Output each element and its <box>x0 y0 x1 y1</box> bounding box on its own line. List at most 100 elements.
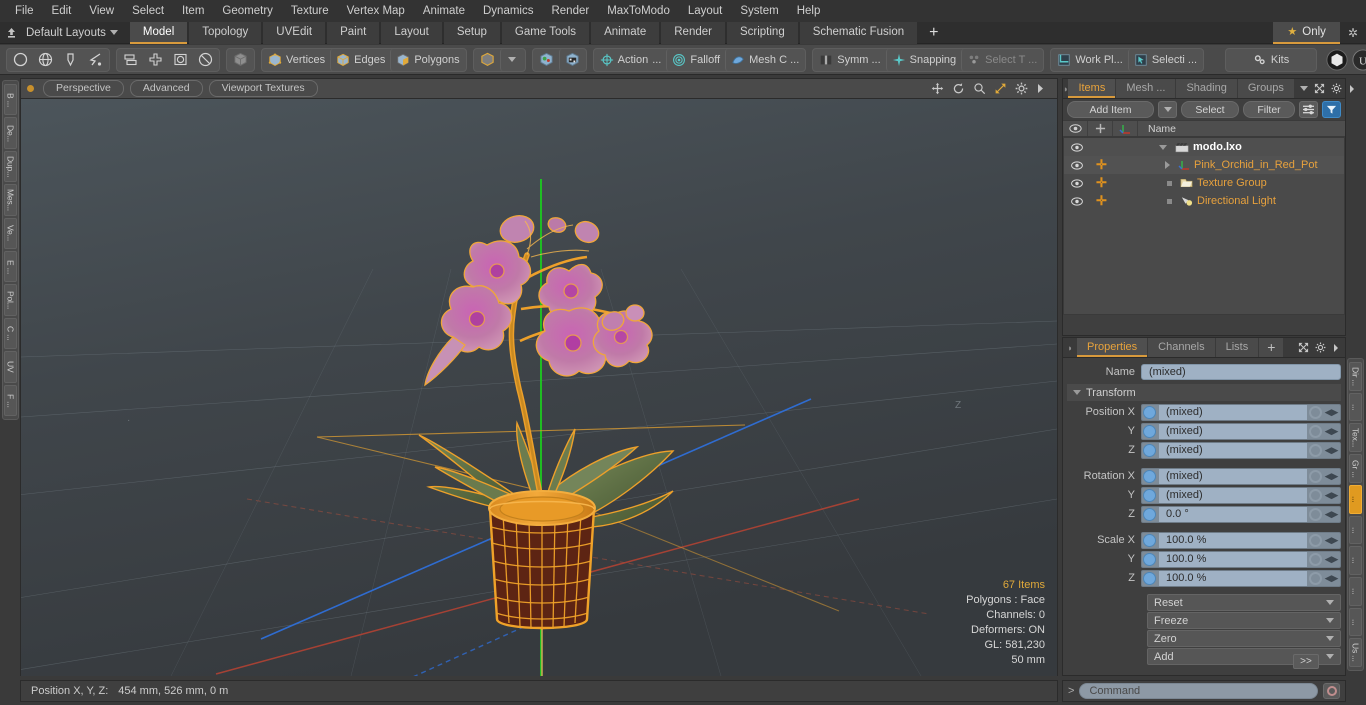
left-tab-mesh-edit[interactable]: Mes... <box>4 184 17 216</box>
right-tab-selected[interactable]: ... <box>1349 484 1362 514</box>
stepper-arrows-icon[interactable]: ◀▶ <box>1324 535 1339 546</box>
table-row[interactable]: ✛ Directional Light <box>1064 192 1344 210</box>
left-tab-vertex[interactable]: Ve... <box>4 217 17 250</box>
reset-dropdown[interactable]: Reset <box>1147 594 1341 611</box>
menu-item-help[interactable]: Help <box>788 1 830 21</box>
home-arrow-icon[interactable] <box>0 23 22 43</box>
scale-z-field[interactable]: 100.0 % ◀▶ <box>1141 569 1341 587</box>
tab-items[interactable]: Items <box>1068 79 1116 98</box>
channel-dot-icon[interactable] <box>1143 507 1156 521</box>
globe-icon[interactable] <box>33 49 58 71</box>
mesh-constraint-button[interactable]: Mesh C ... <box>725 48 804 71</box>
more-options-button[interactable]: >> <box>1293 654 1319 669</box>
row-name-scene[interactable]: modo.lxo <box>1139 141 1242 153</box>
right-tab-9[interactable]: ... <box>1349 607 1362 637</box>
tab-scripting[interactable]: Scripting <box>726 21 798 44</box>
mode-edges-button[interactable]: Edges <box>330 48 390 71</box>
right-tab-7[interactable]: ... <box>1349 546 1362 575</box>
row-name-directional-light[interactable]: Directional Light <box>1139 195 1276 207</box>
chevron-down-icon[interactable] <box>499 48 524 71</box>
left-tab-duplicate[interactable]: Dup... <box>4 150 17 183</box>
scale-y-field[interactable]: 100.0 % ◀▶ <box>1141 550 1341 568</box>
stepper-arrows-icon[interactable]: ◀▶ <box>1324 426 1339 437</box>
list-options-icon[interactable] <box>1299 101 1318 118</box>
menu-item-render[interactable]: Render <box>542 1 598 21</box>
action-center-button[interactable]: Action ... <box>595 49 667 71</box>
only-toggle-button[interactable]: ★ Only <box>1273 21 1340 44</box>
kits-button[interactable]: Kits <box>1227 49 1315 71</box>
chevron-right-icon[interactable] <box>1332 343 1340 353</box>
scale-y-value[interactable]: 100.0 % <box>1159 551 1307 567</box>
menu-item-layout[interactable]: Layout <box>679 1 732 21</box>
position-x-value[interactable]: (mixed) <box>1159 404 1307 420</box>
texture-sphere-icon[interactable] <box>558 48 585 71</box>
add-item-dropdown[interactable] <box>1158 101 1177 118</box>
panel-menu-dot-icon[interactable]: ◗ <box>1063 338 1077 357</box>
menu-item-dynamics[interactable]: Dynamics <box>474 1 542 21</box>
mini-knob-icon[interactable] <box>1309 571 1322 585</box>
position-z-value[interactable]: (mixed) <box>1159 442 1307 458</box>
rotation-z-value[interactable]: 0.0 ° <box>1159 506 1307 522</box>
mini-knob-icon[interactable] <box>1309 405 1322 419</box>
row-transform-marker[interactable]: ✛ <box>1089 192 1114 210</box>
right-tab-tex[interactable]: Tex... <box>1349 423 1362 453</box>
right-tab-gr[interactable]: Gr ... <box>1349 454 1362 483</box>
right-tab-8[interactable]: ... <box>1349 576 1362 606</box>
menu-item-select[interactable]: Select <box>123 1 173 21</box>
scale-x-field[interactable]: 100.0 % ◀▶ <box>1141 531 1341 549</box>
selection-set-button[interactable]: Selecti ... <box>1127 48 1202 71</box>
default-layouts-dropdown[interactable]: Default Layouts <box>22 27 128 39</box>
expand-icon[interactable] <box>1314 83 1325 94</box>
freeze-dropdown[interactable]: Freeze <box>1147 612 1341 629</box>
select-through-button[interactable]: Select T ... <box>961 48 1042 71</box>
channel-dot-icon[interactable] <box>1143 552 1156 566</box>
viewport-textures-chip[interactable]: Viewport Textures <box>208 80 318 97</box>
items-cube-icon[interactable] <box>475 49 500 71</box>
menu-item-edit[interactable]: Edit <box>43 1 81 21</box>
position-y-field[interactable]: (mixed) ◀▶ <box>1141 422 1341 440</box>
chevron-right-icon[interactable] <box>1036 83 1045 94</box>
tab-model[interactable]: Model <box>129 21 188 44</box>
menu-item-vertex-map[interactable]: Vertex Map <box>338 1 414 21</box>
left-tab-basic[interactable]: B ... <box>4 84 17 116</box>
add-layout-tab-button[interactable]: + <box>919 24 948 42</box>
row-visibility-toggle[interactable] <box>1064 174 1089 192</box>
left-tab-fusion[interactable]: F ... <box>4 384 17 417</box>
tab-lists[interactable]: Lists <box>1215 338 1259 357</box>
pen-icon[interactable] <box>58 49 83 71</box>
mini-knob-icon[interactable] <box>1309 424 1322 438</box>
select-button[interactable]: Select <box>1181 101 1239 118</box>
left-tab-polygon[interactable]: Pol... <box>4 284 17 316</box>
right-tab-6[interactable]: ... <box>1349 515 1362 545</box>
stepper-arrows-icon[interactable]: ◀▶ <box>1324 407 1339 418</box>
menu-item-item[interactable]: Item <box>173 1 213 21</box>
zoom-icon[interactable] <box>973 82 986 95</box>
snapping-button[interactable]: Snapping <box>885 48 962 71</box>
mini-knob-icon[interactable] <box>1309 443 1322 457</box>
mode-polygons-button[interactable]: Polygons <box>390 48 464 71</box>
mini-knob-icon[interactable] <box>1309 469 1322 483</box>
row-name-texture-group[interactable]: Texture Group <box>1139 177 1267 189</box>
left-tab-curve[interactable]: C ... <box>4 317 17 350</box>
row-visibility-toggle[interactable] <box>1064 156 1089 174</box>
align-icon[interactable] <box>118 49 143 71</box>
chevron-right-icon[interactable] <box>1348 84 1356 94</box>
tab-game-tools[interactable]: Game Tools <box>501 21 590 44</box>
menu-item-texture[interactable]: Texture <box>282 1 338 21</box>
channel-dot-icon[interactable] <box>1143 443 1156 457</box>
add-properties-tab-button[interactable]: + <box>1259 338 1284 357</box>
zero-dropdown[interactable]: Zero <box>1147 630 1341 647</box>
stepper-arrows-icon[interactable]: ◀▶ <box>1324 554 1339 565</box>
row-transform-marker[interactable]: ✛ <box>1089 156 1114 174</box>
viewport-shading-chip[interactable]: Advanced <box>129 80 203 97</box>
name-field[interactable]: (mixed) <box>1141 364 1341 380</box>
tab-uvedit[interactable]: UVEdit <box>263 21 326 44</box>
symmetry-button[interactable]: Symm ... <box>814 49 885 71</box>
mini-knob-icon[interactable] <box>1309 533 1322 547</box>
gear-icon[interactable] <box>1315 342 1326 353</box>
rotation-x-field[interactable]: (mixed) ◀▶ <box>1141 467 1341 485</box>
table-row[interactable]: modo.lxo <box>1064 138 1344 156</box>
tab-channels[interactable]: Channels <box>1148 338 1215 357</box>
position-x-field[interactable]: (mixed) ◀▶ <box>1141 403 1341 421</box>
tab-setup[interactable]: Setup <box>443 21 500 44</box>
